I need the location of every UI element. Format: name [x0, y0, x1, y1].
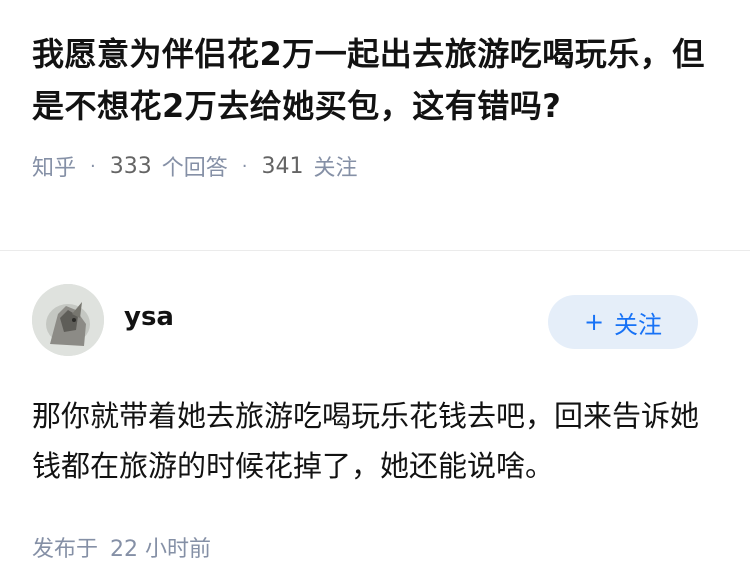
answers-count: 333 [109, 153, 152, 179]
follow-button[interactable]: + 关注 [548, 295, 698, 349]
author-name[interactable]: ysa [124, 302, 174, 332]
follow-button-label: 关注 [614, 310, 663, 339]
separator-dot: · [90, 155, 96, 177]
question-title[interactable]: 我愿意为伴侣花2万一起出去旅游吃喝玩乐，但是不想花2万去给她买包，这有错吗? [32, 28, 712, 132]
avatar[interactable] [32, 284, 104, 356]
answers-label: 个回答 [161, 156, 228, 181]
followers-label: 关注 [313, 156, 358, 181]
answer-content[interactable]: 那你就带着她去旅游吃喝玩乐花钱去吧，回来告诉她钱都在旅游的时候花掉了，她还能说啥… [32, 391, 712, 491]
source-label[interactable]: 知乎 [32, 150, 76, 182]
question-meta: 知乎 · 333 个回答 · 341 关注 [32, 150, 718, 182]
plus-icon: + [583, 308, 605, 336]
answer-card: ysa + 关注 那你就带着她去旅游吃喝玩乐花钱去吧，回来告诉她钱都在旅游的时候… [0, 251, 750, 563]
publish-info: 发布于 22 小时前 [32, 531, 718, 563]
question-header: 我愿意为伴侣花2万一起出去旅游吃喝玩乐，但是不想花2万去给她买包，这有错吗? 知… [0, 0, 750, 250]
publish-label: 发布于 [32, 537, 99, 562]
followers-count: 341 [261, 153, 304, 179]
publish-time: 22 小时前 [110, 537, 212, 562]
author-row: ysa + 关注 [32, 283, 718, 357]
separator-dot: · [241, 155, 248, 177]
